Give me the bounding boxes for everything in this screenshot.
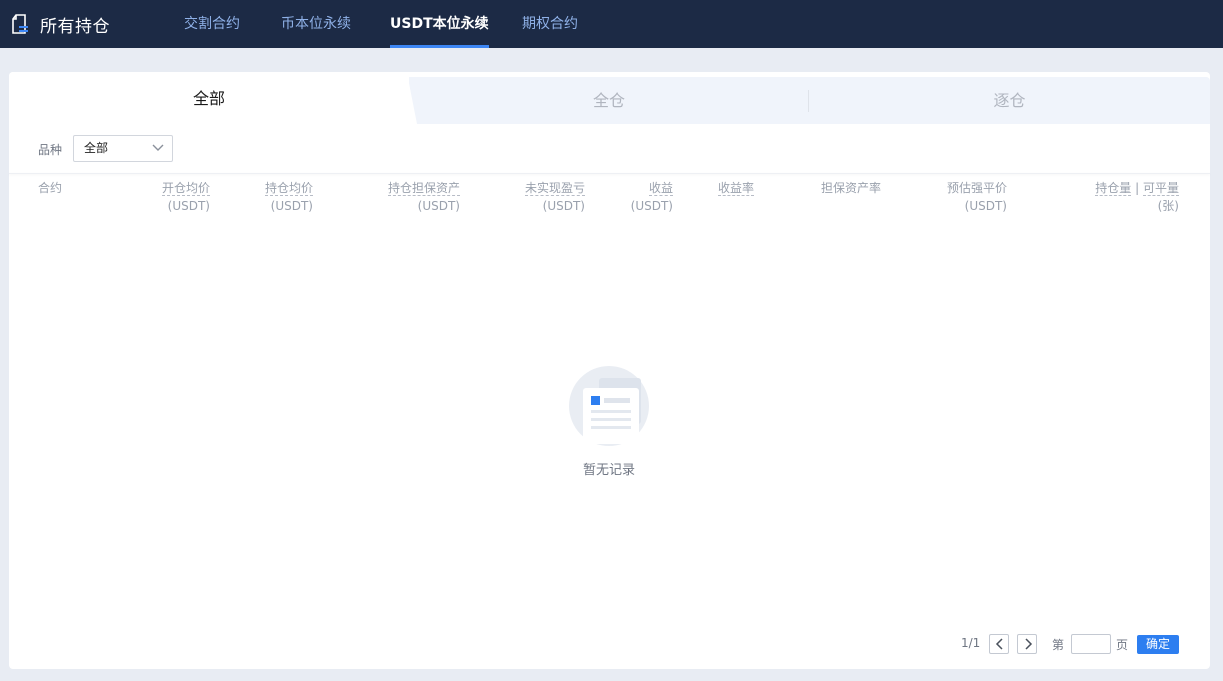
symbol-filter-value: 全部 (84, 141, 109, 155)
page-jump-suffix: 页 (1116, 638, 1129, 652)
empty-state-message: 暂无记录 (582, 463, 635, 478)
column-header-est-liquidation-price: 预估强平价 (USDT) (946, 181, 1007, 213)
tab-cross-margin[interactable]: 全仓 (409, 75, 809, 127)
column-header-profit-rate[interactable]: 收益率 (718, 179, 755, 197)
positions-panel: 全部 全仓 逐仓 品种 全部 合约 开仓均价 (USDT) 持仓均价 (USDT… (9, 72, 1210, 669)
page-count: 1/1 (961, 636, 981, 650)
empty-document-icon (569, 366, 649, 446)
tab-isolated-margin[interactable]: 逐仓 (809, 75, 1210, 127)
chevron-left-icon (995, 638, 1003, 650)
column-header-position-closable-qty[interactable]: 持仓量 | 可平量 (张) (1087, 179, 1179, 215)
column-header-margin-ratio: 担保资产率 (821, 181, 882, 195)
margin-mode-tabs: 全部 全仓 逐仓 (9, 72, 1210, 124)
page-jump-confirm-button[interactable]: 确定 (1137, 635, 1179, 654)
column-header-profit[interactable]: 收益 (USDT) (629, 179, 673, 215)
nav-tab-delivery-contracts[interactable]: 交割合约 (184, 0, 240, 48)
column-header-position-avg-price[interactable]: 持仓均价 (USDT) (259, 179, 313, 215)
page-jump-prefix: 第 (1052, 638, 1065, 652)
page-jump-input[interactable] (1071, 634, 1111, 654)
column-header-open-avg-price[interactable]: 开仓均价 (USDT) (157, 179, 210, 215)
page-title: 所有持仓 (40, 16, 110, 37)
symbol-filter-select[interactable]: 全部 (73, 135, 173, 162)
next-page-button[interactable] (1017, 634, 1037, 654)
nav-tab-coin-margined-perpetual[interactable]: 币本位永续 (281, 0, 351, 48)
brand: 所有持仓 (10, 0, 110, 48)
nav-tab-options-contracts[interactable]: 期权合约 (522, 0, 578, 48)
filter-divider (9, 173, 1210, 174)
nav-tab-usdt-margined-perpetual[interactable]: USDT本位永续 (390, 0, 489, 48)
column-header-unrealized-pnl[interactable]: 未实现盈亏 (USDT) (517, 179, 585, 215)
chevron-right-icon (1025, 638, 1033, 650)
column-header-contract: 合约 (38, 181, 63, 195)
column-header-position-margin[interactable]: 持仓担保资产 (USDT) (379, 179, 460, 215)
chevron-down-icon (152, 144, 164, 151)
tab-all[interactable]: 全部 (9, 72, 409, 124)
prev-page-button[interactable] (989, 634, 1009, 654)
symbol-filter-label: 品种 (38, 143, 63, 157)
top-navigation-bar: 所有持仓 交割合约 币本位永续 USDT本位永续 期权合约 (0, 0, 1223, 48)
positions-document-icon (12, 14, 28, 34)
